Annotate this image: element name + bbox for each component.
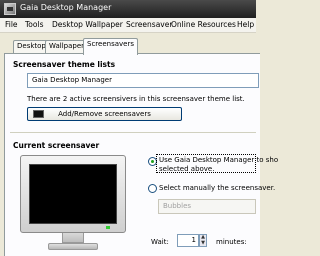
wait-label: Wait: xyxy=(151,238,169,246)
current-screensaver-title: Current screensaver xyxy=(13,141,100,150)
minutes-label: minutes: xyxy=(216,238,247,246)
preview-screen xyxy=(29,164,117,224)
screen-icon xyxy=(33,110,44,118)
select-manually-label[interactable]: Select manually the screensaver. xyxy=(159,184,275,192)
menu-online-resources[interactable]: Online Resources xyxy=(171,20,236,29)
menu-help[interactable]: Help xyxy=(237,20,254,29)
add-remove-label: Add/Remove screensavers xyxy=(58,110,151,118)
select-manually-radio[interactable] xyxy=(148,184,157,193)
menu-screensaver[interactable]: Screensaver xyxy=(126,20,172,29)
monitor-bezel xyxy=(20,155,126,233)
wait-spinner[interactable]: ▲ ▼ xyxy=(199,234,207,247)
tab-screensavers[interactable]: Screensavers xyxy=(83,38,138,55)
monitor-preview xyxy=(20,155,126,256)
menu-bar: File Tools Desktop Wallpaper Screensaver… xyxy=(0,18,256,33)
window-title: Gaia Desktop Manager xyxy=(20,3,112,12)
title-bar: Gaia Desktop Manager xyxy=(0,0,256,18)
active-count-text: There are 2 active screensivers in this … xyxy=(27,95,245,103)
app-monitor-icon xyxy=(4,3,16,15)
theme-lists-title: Screensaver theme lists xyxy=(13,60,116,69)
menu-tools[interactable]: Tools xyxy=(25,20,43,29)
use-gaia-label[interactable]: Use Gaia Desktop Manager to sho xyxy=(159,156,278,164)
menu-file[interactable]: File xyxy=(5,20,18,29)
add-remove-screensavers-button[interactable]: Add/Remove screensavers xyxy=(27,107,182,121)
monitor-base xyxy=(48,243,98,250)
theme-list-select[interactable]: Gaia Desktop Manager xyxy=(27,73,259,88)
section-divider xyxy=(10,132,256,133)
monitor-neck xyxy=(62,233,84,243)
wait-minutes-input[interactable]: 1 xyxy=(177,234,199,247)
use-gaia-label-line2: selected above. xyxy=(159,165,215,173)
menu-desktop-wallpaper[interactable]: Desktop Wallpaper xyxy=(52,20,123,29)
spin-down-icon[interactable]: ▼ xyxy=(200,241,206,246)
tab-strip: Desktop Wallpapers Screensavers xyxy=(0,33,256,55)
power-led xyxy=(106,226,110,229)
manual-screensaver-select[interactable]: Bubbles xyxy=(158,199,256,214)
